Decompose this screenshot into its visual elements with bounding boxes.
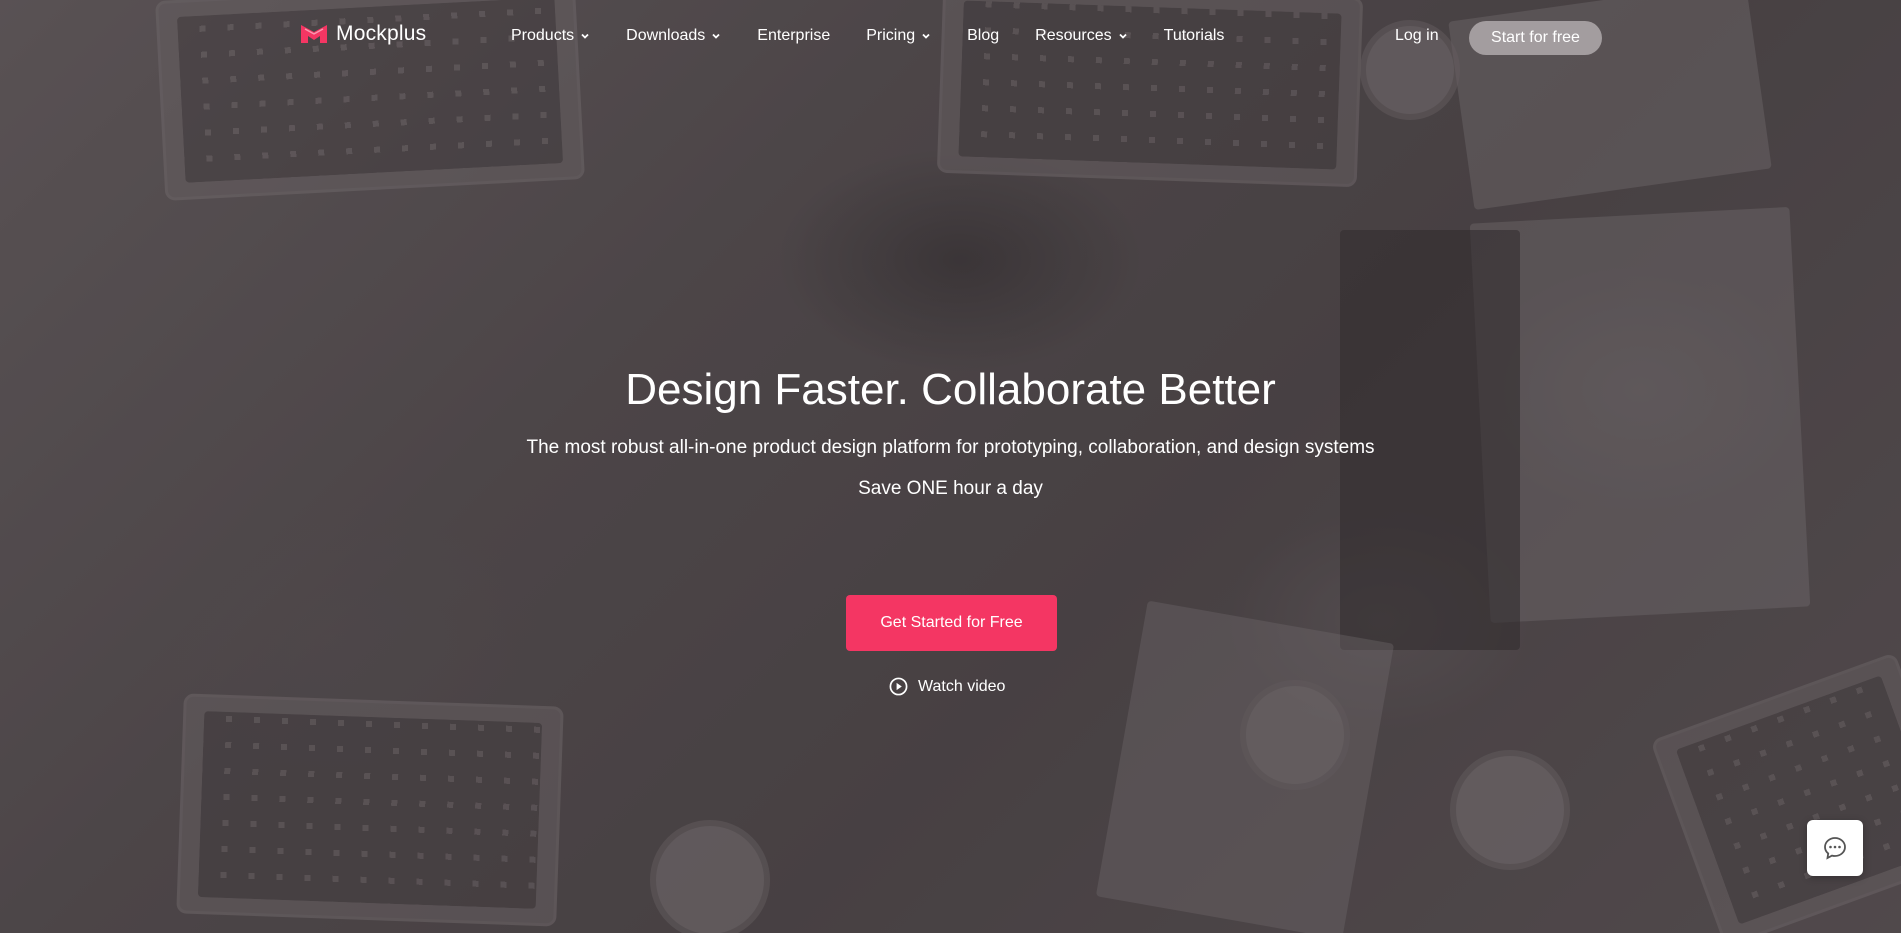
background-cup (1450, 750, 1570, 870)
hero-tagline: Save ONE hour a day (858, 478, 1043, 499)
chevron-down-icon (922, 33, 930, 39)
play-circle-icon (889, 677, 908, 696)
brand-name: Mockplus (336, 22, 427, 45)
nav-item-resources[interactable]: Resources (1035, 27, 1127, 45)
chevron-down-icon (581, 33, 589, 39)
top-navbar: Mockplus Products Downloads Enterprise P… (0, 0, 1901, 76)
background-laptop (176, 693, 564, 927)
nav-item-enterprise[interactable]: Enterprise (757, 27, 830, 45)
watch-video-link[interactable]: Watch video (889, 677, 1005, 696)
background-laptop (1650, 652, 1901, 933)
hero-section: Design Faster. Collaborate Better The mo… (0, 360, 1901, 501)
mockplus-logo-icon (301, 25, 327, 43)
start-for-free-button[interactable]: Start for free (1469, 21, 1602, 55)
background-cup (1240, 680, 1350, 790)
background-notebook (1095, 600, 1395, 933)
chevron-down-icon (712, 33, 720, 39)
nav-item-label: Products (511, 27, 575, 44)
nav-item-blog[interactable]: Blog (967, 27, 999, 45)
nav-item-pricing[interactable]: Pricing (866, 27, 931, 45)
nav-item-products[interactable]: Products (511, 27, 590, 45)
login-link[interactable]: Log in (1395, 27, 1439, 45)
chevron-down-icon (1119, 33, 1127, 39)
background-cup (650, 820, 770, 933)
watch-video-label: Watch video (918, 677, 1006, 695)
nav-item-label: Pricing (866, 27, 916, 44)
nav-item-tutorials[interactable]: Tutorials (1164, 27, 1225, 45)
nav-item-label: Enterprise (757, 27, 831, 44)
chat-widget-button[interactable] (1807, 820, 1863, 876)
nav-item-downloads[interactable]: Downloads (626, 27, 721, 45)
nav-item-label: Downloads (626, 27, 706, 44)
nav-item-label: Tutorials (1163, 27, 1225, 44)
hero-headline: Design Faster. Collaborate Better (625, 365, 1276, 414)
main-nav: Products Downloads Enterprise Pricing Bl… (511, 27, 1260, 45)
nav-item-label: Blog (967, 27, 1000, 44)
chat-bubble-icon (1824, 837, 1846, 860)
get-started-button[interactable]: Get Started for Free (846, 595, 1057, 651)
brand-logo-link[interactable]: Mockplus (300, 22, 426, 46)
nav-item-label: Resources (1035, 27, 1112, 44)
hero-subheadline: The most robust all-in-one product desig… (526, 437, 1375, 458)
